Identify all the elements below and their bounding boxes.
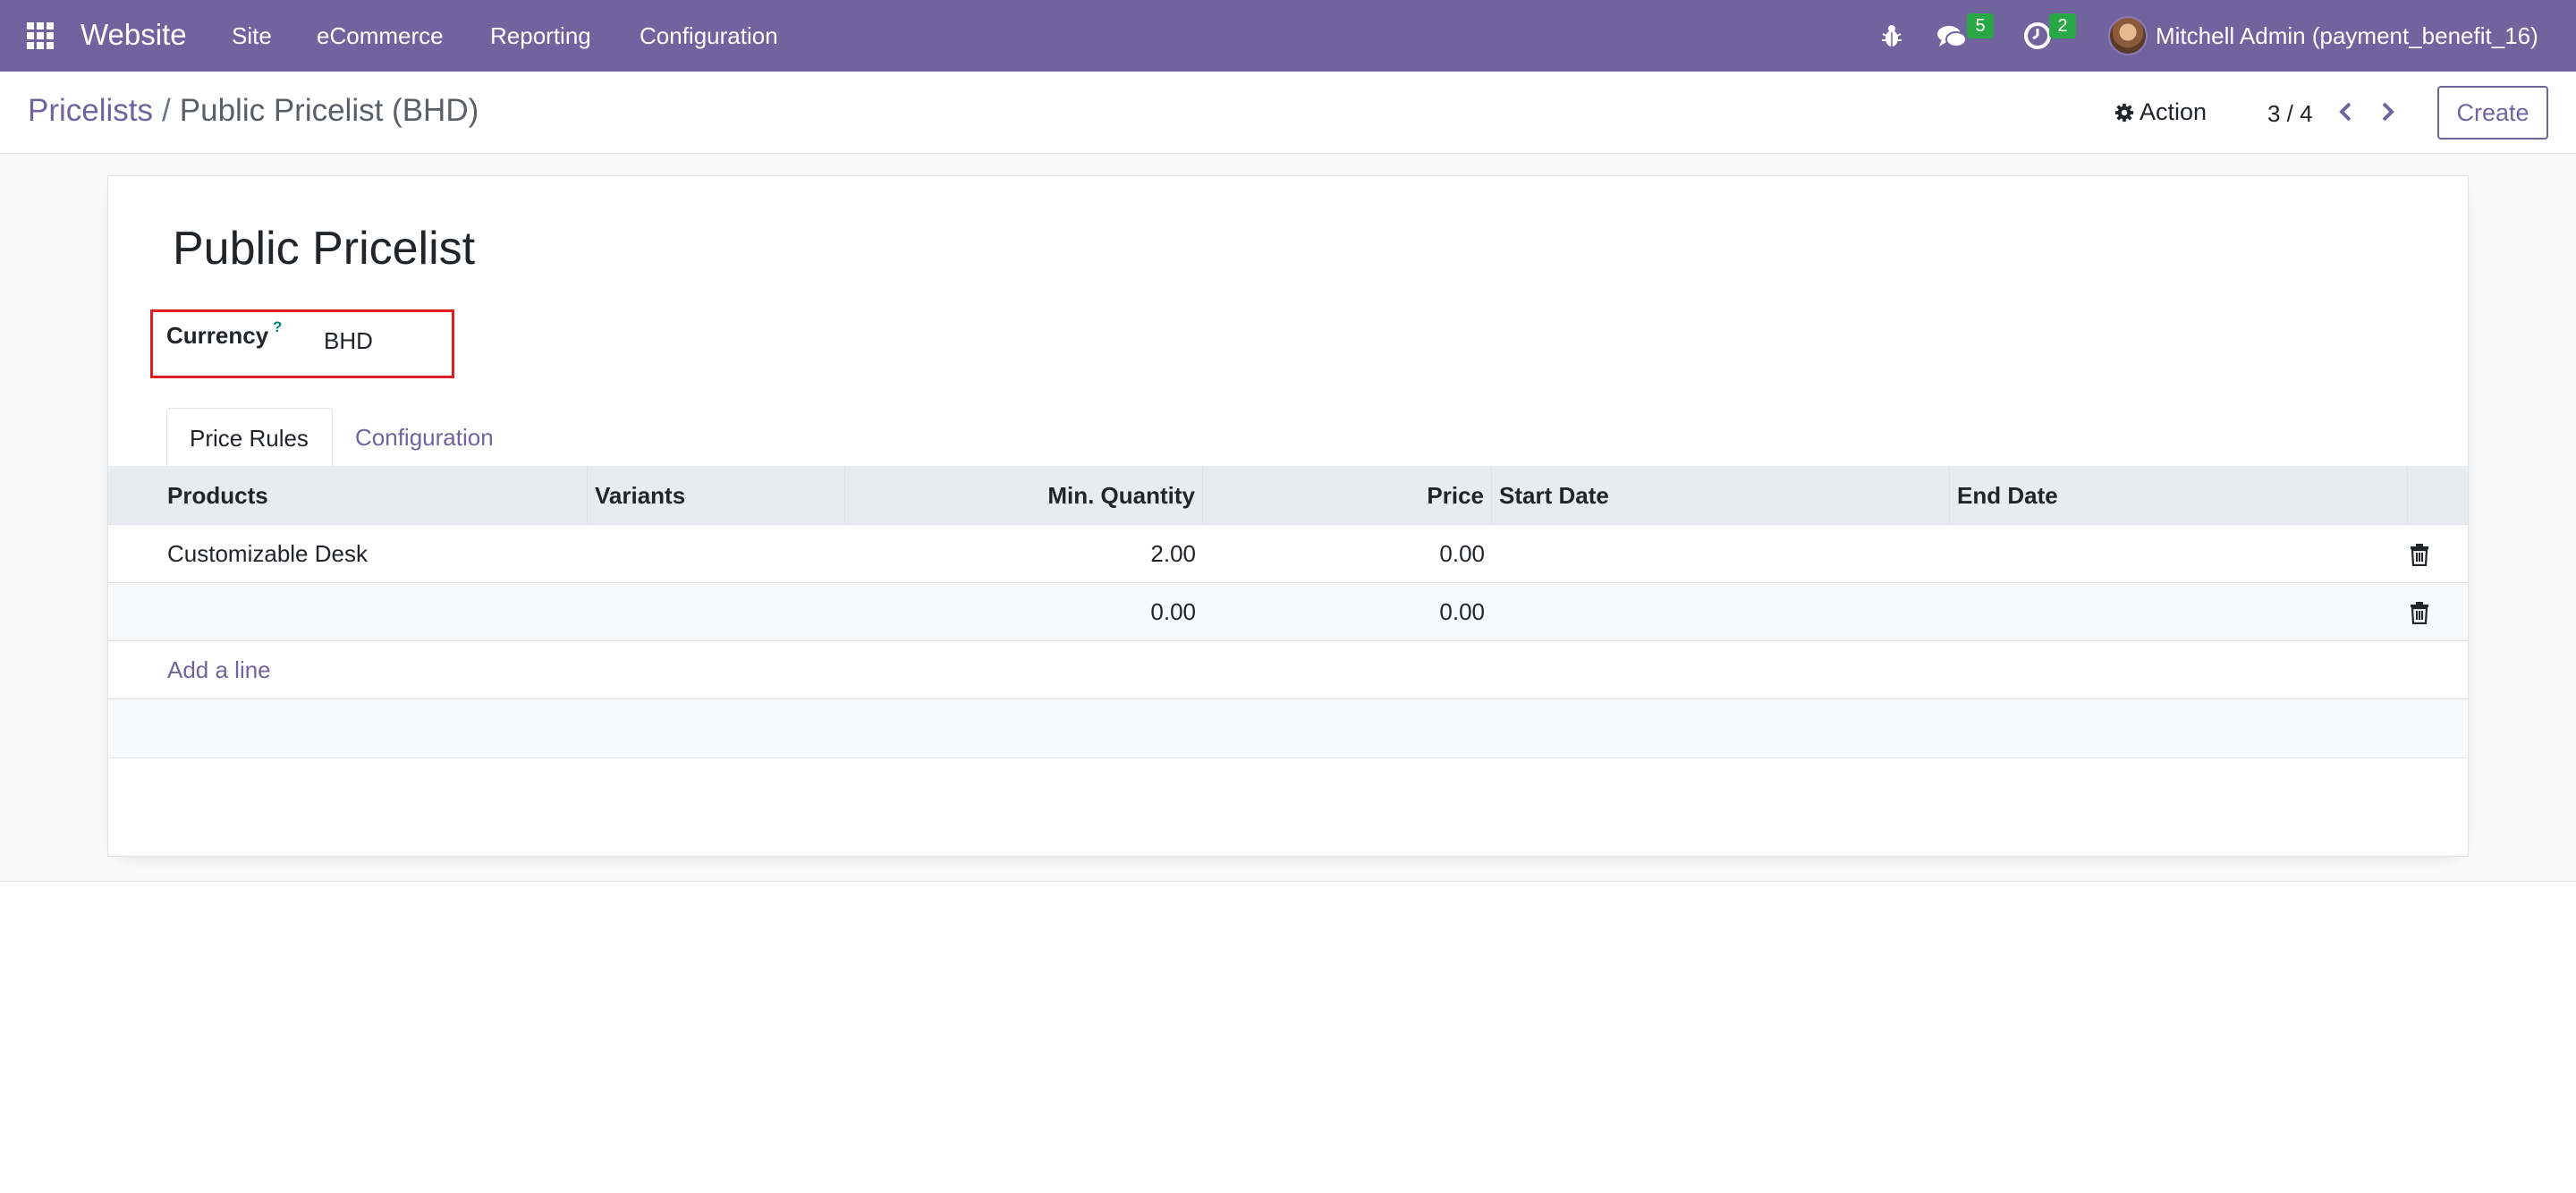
- action-label: Action: [2140, 98, 2207, 125]
- column-header-price[interactable]: Price: [1203, 466, 1492, 525]
- menu-item-configuration[interactable]: Configuration: [640, 22, 778, 50]
- price-rules-table: Products Variants Min. Quantity Price St…: [108, 466, 2468, 758]
- tab-configuration[interactable]: Configuration: [333, 408, 516, 467]
- table-row[interactable]: Customizable Desk 2.00 0.00: [108, 525, 2468, 583]
- menu-item-ecommerce[interactable]: eCommerce: [317, 22, 444, 50]
- control-panel: Pricelists / Public Pricelist (BHD) Action…: [0, 72, 2576, 154]
- trash-icon[interactable]: [2410, 601, 2429, 624]
- cell-end-date[interactable]: [1950, 525, 2408, 583]
- cell-variants[interactable]: [588, 583, 845, 641]
- activities-clock-icon[interactable]: [2023, 21, 2052, 50]
- cell-product[interactable]: Customizable Desk: [108, 525, 588, 583]
- cell-min-quantity[interactable]: 2.00: [845, 525, 1203, 583]
- messages-count-badge: 5: [1967, 13, 1994, 38]
- apps-menu-icon[interactable]: [27, 22, 54, 49]
- create-button[interactable]: Create: [2437, 86, 2548, 140]
- cell-min-quantity[interactable]: 0.00: [845, 583, 1203, 641]
- column-header-variants[interactable]: Variants: [588, 466, 845, 525]
- cell-variants[interactable]: [588, 525, 845, 583]
- user-avatar[interactable]: [2108, 16, 2148, 55]
- pager-next-icon[interactable]: [2376, 98, 2399, 125]
- breadcrumb-separator: /: [162, 93, 171, 128]
- table-footer-row: [108, 699, 2468, 758]
- currency-help-icon[interactable]: ?: [273, 318, 282, 336]
- pager-value[interactable]: 3 / 4: [2267, 100, 2313, 128]
- pricelist-name-title[interactable]: Public Pricelist: [173, 222, 475, 275]
- tab-price-rules[interactable]: Price Rules: [166, 408, 333, 467]
- trash-icon[interactable]: [2410, 543, 2429, 566]
- cell-price[interactable]: 0.00: [1203, 525, 1492, 583]
- column-header-min-quantity[interactable]: Min. Quantity: [845, 466, 1203, 525]
- table-row[interactable]: 0.00 0.00: [108, 583, 2468, 641]
- menu-item-site[interactable]: Site: [232, 22, 272, 50]
- column-header-products[interactable]: Products: [108, 466, 588, 525]
- column-header-end-date[interactable]: End Date: [1950, 466, 2408, 525]
- currency-field-label: Currency: [166, 322, 269, 349]
- add-line-link[interactable]: Add a line: [167, 641, 271, 699]
- breadcrumb-current: Public Pricelist (BHD): [179, 93, 479, 128]
- cell-start-date[interactable]: [1492, 583, 1950, 641]
- top-navbar: Website Site eCommerce Reporting Configu…: [0, 0, 2576, 72]
- cell-product[interactable]: [108, 583, 588, 641]
- app-name[interactable]: Website: [80, 18, 187, 52]
- gear-icon: [2114, 103, 2134, 122]
- cell-end-date[interactable]: [1950, 583, 2408, 641]
- action-menu-button[interactable]: Action: [2114, 98, 2207, 126]
- cell-start-date[interactable]: [1492, 525, 1950, 583]
- column-header-start-date[interactable]: Start Date: [1492, 466, 1950, 525]
- pager-previous-icon[interactable]: [2334, 98, 2358, 125]
- breadcrumb: Pricelists / Public Pricelist (BHD): [28, 93, 479, 129]
- currency-field-value[interactable]: BHD: [324, 327, 373, 355]
- messages-chat-icon[interactable]: [1936, 23, 1967, 50]
- breadcrumb-pricelists-link[interactable]: Pricelists: [28, 93, 153, 128]
- debug-bug-icon[interactable]: [1881, 23, 1902, 48]
- add-line-row: Add a line: [108, 641, 2468, 699]
- activities-count-badge: 2: [2049, 13, 2076, 38]
- cell-price[interactable]: 0.00: [1203, 583, 1492, 641]
- menu-item-reporting[interactable]: Reporting: [490, 22, 591, 50]
- user-menu[interactable]: Mitchell Admin (payment_benefit_16): [2156, 22, 2538, 50]
- table-header: Products Variants Min. Quantity Price St…: [108, 466, 2468, 525]
